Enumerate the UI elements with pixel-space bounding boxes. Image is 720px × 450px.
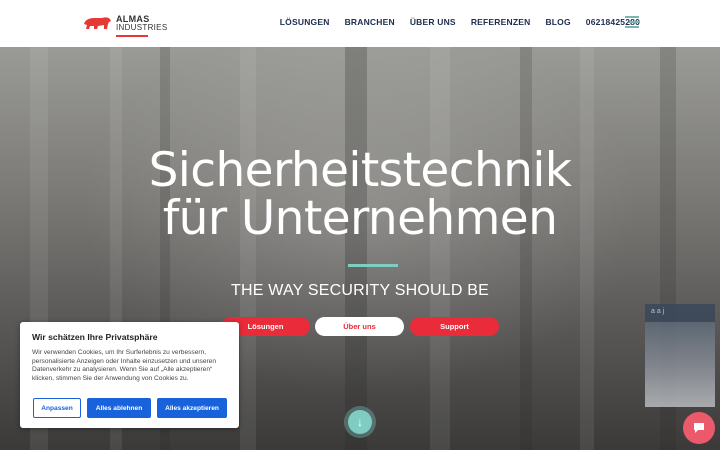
chat-glyph-icon (694, 423, 704, 433)
hero-divider (348, 264, 398, 267)
main-nav: LÖSUNGEN BRANCHEN ÜBER UNS REFERENZEN BL… (280, 17, 640, 27)
support-button[interactable]: Support (410, 317, 499, 336)
hero-title: Sicherheitstechnik für Unternehmen (0, 147, 720, 243)
cookie-banner: Wir schätzen Ihre Privatsphäre Wir verwe… (20, 322, 239, 428)
chat-bubble-icon[interactable] (683, 412, 715, 444)
bear-logo-icon (84, 17, 111, 29)
cookie-title: Wir schätzen Ihre Privatsphäre (32, 332, 158, 342)
nav-item-blog[interactable]: BLOG (545, 17, 570, 27)
logo[interactable]: ALMAS INDUSTRIES (82, 15, 167, 37)
site-header: ALMAS INDUSTRIES LÖSUNGEN BRANCHEN ÜBER … (0, 0, 720, 47)
reject-all-button[interactable]: Alles ablehnen (87, 398, 151, 418)
arrow-down-icon[interactable]: ↓ (348, 410, 372, 434)
customize-button[interactable]: Anpassen (33, 398, 81, 418)
side-preview-image: a a j (645, 304, 715, 407)
cookie-text: Wir verwenden Cookies, um Ihr Surferlebn… (32, 349, 217, 382)
logo-underline (116, 35, 148, 37)
hero-title-line-1: Sicherheitstechnik (148, 143, 572, 198)
accept-all-button[interactable]: Alles akzeptieren (157, 398, 227, 418)
hero-title-line-2: für Unternehmen (162, 191, 558, 246)
ueber-uns-button[interactable]: Über uns (315, 317, 404, 336)
hero-subtitle: THE WAY SECURITY SHOULD BE (231, 282, 489, 299)
hamburger-icon[interactable] (625, 16, 639, 28)
nav-item-branchen[interactable]: BRANCHEN (345, 17, 395, 27)
side-preview-text: a a j (651, 308, 665, 315)
nav-item-ueber-uns[interactable]: ÜBER UNS (410, 17, 456, 27)
logo-wordmark-bottom: INDUSTRIES (116, 23, 168, 32)
nav-item-referenzen[interactable]: REFERENZEN (471, 17, 531, 27)
nav-item-loesungen[interactable]: LÖSUNGEN (280, 17, 330, 27)
